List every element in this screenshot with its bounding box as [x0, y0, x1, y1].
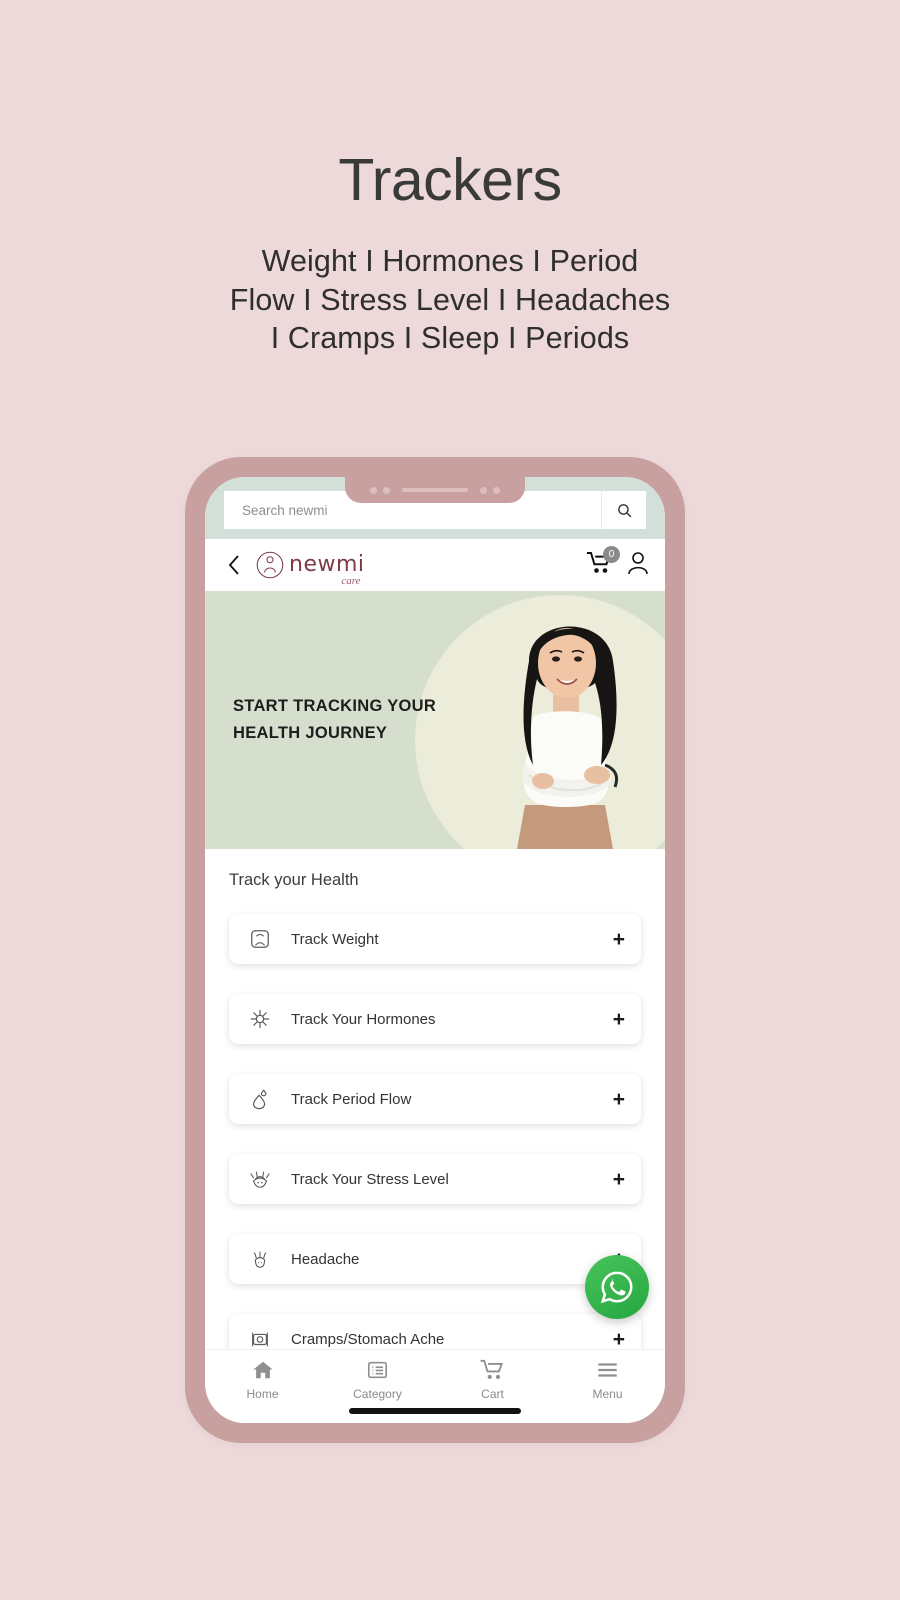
header-actions: 0	[587, 545, 649, 580]
section-title: Track your Health	[229, 871, 359, 889]
nav-item-home[interactable]: Home	[205, 1359, 320, 1401]
notch-dot	[493, 486, 500, 494]
back-button[interactable]	[221, 554, 247, 576]
banner-heading: START TRACKING YOUR HEALTH JOURNEY	[233, 693, 436, 747]
home-icon	[252, 1361, 273, 1379]
promo-header: Trackers Weight I Hormones I Period Flow…	[0, 147, 900, 358]
logo-tagline: care	[341, 575, 361, 587]
nav-item-cart[interactable]: Cart	[435, 1359, 550, 1401]
nav-label: Cart	[481, 1387, 504, 1401]
notch-dot	[370, 486, 377, 494]
page-root: Trackers Weight I Hormones I Period Flow…	[0, 0, 900, 1600]
promo-subtitle: Weight I Hormones I Period Flow I Stress…	[0, 242, 900, 358]
logo-text-group: newmi care	[289, 552, 365, 587]
blood-drop-icon	[245, 1088, 275, 1110]
home-indicator	[349, 1408, 521, 1414]
hero-banner: START TRACKING YOUR HEALTH JOURNEY	[205, 591, 665, 849]
account-button[interactable]	[627, 551, 649, 580]
nav-label: Menu	[592, 1387, 623, 1401]
tracker-label: Headache	[291, 1250, 360, 1268]
whatsapp-chat-button[interactable]	[585, 1255, 649, 1319]
cart-button[interactable]: 0	[587, 545, 620, 579]
tracker-label: Cramps/Stomach Ache	[291, 1330, 445, 1348]
add-tracker-button[interactable]: +	[613, 1009, 625, 1030]
stressed-face-icon	[245, 1168, 275, 1190]
headache-face-icon	[245, 1248, 275, 1270]
tracker-row-headache[interactable]: Headache +	[229, 1234, 641, 1284]
notch-dot	[480, 486, 487, 494]
phone-mockup: newmi care 0	[185, 457, 685, 1443]
flower-hormone-icon	[245, 1008, 275, 1030]
stomach-cramps-icon	[245, 1328, 275, 1350]
promo-subtitle-line-2: Flow I Stress Level I Headaches	[229, 282, 671, 317]
brand-logo[interactable]: newmi care	[255, 550, 365, 587]
search-button[interactable]	[601, 491, 646, 529]
promo-subtitle-line-1: Weight I Hormones I Period	[261, 243, 639, 278]
logo-wordmark: newmi	[289, 552, 365, 577]
hamburger-menu-icon	[598, 1363, 617, 1377]
banner-model-photo	[517, 626, 619, 849]
nav-item-menu[interactable]: Menu	[550, 1359, 665, 1401]
add-tracker-button[interactable]: +	[613, 1089, 625, 1110]
tracker-row-track-period-flow[interactable]: Track Period Flow +	[229, 1074, 641, 1124]
cart-icon	[480, 1359, 503, 1379]
weight-scale-icon	[245, 928, 275, 950]
phone-notch	[345, 477, 525, 503]
nav-label: Home	[246, 1387, 279, 1401]
promo-subtitle-line-3: I Cramps I Sleep I Periods	[270, 321, 630, 356]
tracker-row-track-weight[interactable]: Track Weight +	[229, 914, 641, 964]
whatsapp-icon	[600, 1271, 633, 1304]
magnifier-icon	[617, 503, 631, 517]
tracker-label: Track Your Stress Level	[291, 1170, 449, 1188]
app-header: newmi care 0	[205, 539, 665, 591]
add-tracker-button[interactable]: +	[613, 929, 625, 950]
cart-count-badge: 0	[603, 545, 620, 563]
tracker-label: Track Your Hormones	[291, 1010, 436, 1028]
chevron-left-icon	[228, 555, 239, 575]
tracker-row-track-your-hormones[interactable]: Track Your Hormones +	[229, 994, 641, 1044]
phone-screen: newmi care 0	[205, 477, 665, 1423]
nav-item-category[interactable]: Category	[320, 1359, 435, 1401]
banner-heading-line-1: START TRACKING YOUR	[233, 697, 437, 715]
woman-in-circle-icon	[256, 551, 284, 579]
add-tracker-button[interactable]: +	[613, 1169, 625, 1190]
status-bar	[205, 477, 665, 539]
user-account-icon	[628, 551, 648, 574]
notch-speaker	[402, 488, 468, 492]
tracker-label: Track Weight	[291, 930, 379, 948]
list-category-icon	[367, 1361, 388, 1379]
banner-heading-line-2: HEALTH JOURNEY	[233, 724, 388, 743]
tracker-row-track-your-stress-level[interactable]: Track Your Stress Level +	[229, 1154, 641, 1204]
tracker-list-section: Track your Health Track Weight + Track Y…	[205, 849, 665, 1364]
notch-dot	[383, 486, 390, 494]
add-tracker-button[interactable]: +	[613, 1329, 625, 1350]
tracker-label: Track Period Flow	[291, 1090, 412, 1108]
page-title: Trackers	[338, 147, 562, 213]
nav-label: Category	[353, 1387, 402, 1401]
